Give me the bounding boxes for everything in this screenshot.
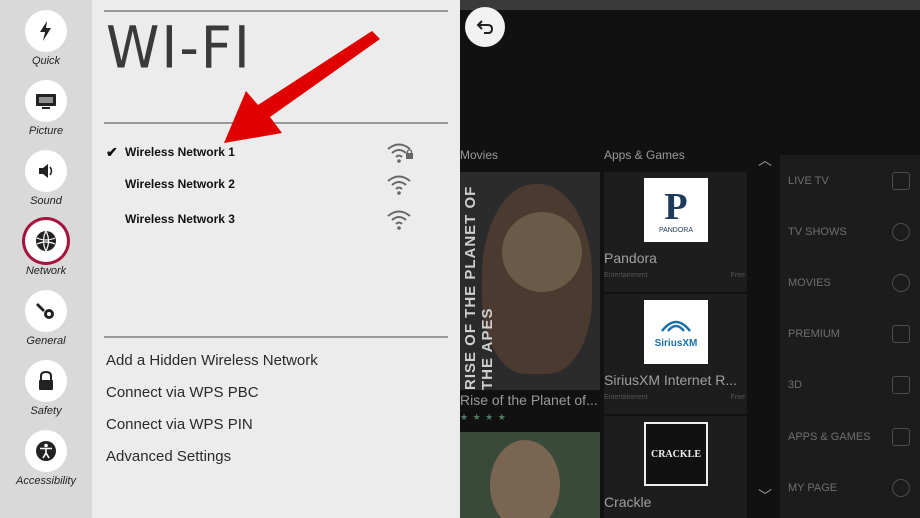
check-icon: ✔ xyxy=(106,144,118,160)
wps-pbc-option[interactable]: Connect via WPS PBC xyxy=(106,384,259,401)
movie-poster[interactable]: RISE OF THE PLANET OF THE APES xyxy=(460,172,600,390)
rail-item-sound[interactable]: Sound xyxy=(0,140,92,210)
rail-item-network[interactable]: Network xyxy=(0,210,92,280)
network-name: Wireless Network 2 xyxy=(125,177,235,191)
tv-icon xyxy=(892,172,910,190)
category-movies[interactable]: MOVIES xyxy=(788,274,918,297)
rail-label-general: General xyxy=(26,335,66,347)
gamepad-icon xyxy=(892,428,910,446)
globe-icon xyxy=(25,220,67,262)
rail-label-safety: Safety xyxy=(30,405,62,417)
category-label: APPS & GAMES xyxy=(788,431,871,443)
wifi-icon xyxy=(387,175,411,195)
network-item-3[interactable]: Wireless Network 3 xyxy=(106,210,411,230)
wifi-locked-icon xyxy=(387,143,413,163)
siriusxm-logo: SiriusXM xyxy=(644,300,708,364)
network-item-2[interactable]: Wireless Network 2 xyxy=(106,175,411,195)
wps-pin-option[interactable]: Connect via WPS PIN xyxy=(106,416,253,433)
category-apps-games[interactable]: APPS & GAMES xyxy=(788,428,918,451)
category-tv-shows[interactable]: TV SHOWS xyxy=(788,223,918,246)
radio-waves-icon xyxy=(660,320,691,332)
sound-icon xyxy=(25,150,67,192)
category-label: MY PAGE xyxy=(788,482,838,494)
accessibility-icon xyxy=(25,430,67,472)
app-meta: Entertainment Free xyxy=(604,272,747,279)
divider xyxy=(104,336,448,338)
rail-item-general[interactable]: General xyxy=(0,280,92,350)
movie-rating: ★ ★ ★ ★ xyxy=(460,412,507,422)
category-premium[interactable]: PREMIUM xyxy=(788,325,918,348)
app-price: Free xyxy=(730,272,745,279)
rail-item-quick[interactable]: Quick xyxy=(0,0,92,70)
logo-text: SiriusXM xyxy=(654,338,698,349)
film-reel-icon xyxy=(892,274,910,292)
rail-label-accessibility: Accessibility xyxy=(16,475,76,487)
category-menu: LIVE TV TV SHOWS MOVIES PREMIUM 3D APPS … xyxy=(780,155,920,518)
lightning-icon xyxy=(25,10,67,52)
back-arrow-icon xyxy=(476,20,494,34)
wifi-icon xyxy=(387,210,411,230)
app-name: Crackle xyxy=(604,494,652,510)
back-button[interactable] xyxy=(465,7,505,47)
picture-icon xyxy=(25,80,67,122)
section-movies: Movies xyxy=(460,148,499,162)
3d-icon xyxy=(892,376,910,394)
app-tile-siriusxm[interactable]: SiriusXM SiriusXM Internet R... Entertai… xyxy=(604,294,747,414)
rail-item-picture[interactable]: Picture xyxy=(0,70,92,140)
app-tile-crackle[interactable]: CRACKLE Crackle xyxy=(604,416,747,518)
app-category: Entertainment xyxy=(604,394,648,401)
advanced-settings-option[interactable]: Advanced Settings xyxy=(106,448,231,465)
pandora-logo: P PANDORA xyxy=(644,178,708,242)
app-tile-pandora[interactable]: P PANDORA Pandora Entertainment Free xyxy=(604,172,747,292)
category-label: 3D xyxy=(788,379,803,391)
app-price: Free xyxy=(730,394,745,401)
content-store: Movies Apps & Games ︿ RISE OF THE PLANET… xyxy=(460,0,920,518)
rail-label-picture: Picture xyxy=(28,125,64,137)
divider xyxy=(104,10,448,12)
annotation-arrow xyxy=(224,31,380,143)
info-icon xyxy=(892,479,910,497)
crackle-logo: CRACKLE xyxy=(644,422,708,486)
play-icon xyxy=(892,223,910,241)
poster-image xyxy=(490,440,560,518)
logo-text: CRACKLE xyxy=(650,448,701,460)
chevron-down-icon[interactable]: ﹀ xyxy=(758,486,772,506)
add-hidden-network-option[interactable]: Add a Hidden Wireless Network xyxy=(106,352,318,369)
movie-title: Rise of the Planet of... xyxy=(460,392,598,408)
poster-title-text: RISE OF THE PLANET OF THE APES xyxy=(462,185,496,390)
top-strip xyxy=(460,0,920,10)
rail-item-safety[interactable]: Safety xyxy=(0,350,92,420)
lock-icon xyxy=(25,360,67,402)
logo-sub: PANDORA xyxy=(658,226,694,234)
section-apps: Apps & Games xyxy=(604,148,685,162)
chevron-up-icon[interactable]: ︿ xyxy=(758,150,772,170)
rail-label-quick: Quick xyxy=(31,55,61,67)
category-3d[interactable]: 3D xyxy=(788,376,918,399)
app-category: Entertainment xyxy=(604,272,648,279)
category-label: LIVE TV xyxy=(788,175,829,187)
app-name: Pandora xyxy=(604,250,657,266)
app-name: SiriusXM Internet R... xyxy=(604,372,738,388)
logo-letter: P xyxy=(664,185,688,228)
network-name: Wireless Network 3 xyxy=(125,212,235,226)
rail-item-accessibility[interactable]: Accessibility xyxy=(0,420,92,490)
category-label: MOVIES xyxy=(788,277,831,289)
category-label: TV SHOWS xyxy=(788,226,847,238)
app-meta: Entertainment Free xyxy=(604,394,747,401)
category-live-tv[interactable]: LIVE TV xyxy=(788,172,918,195)
category-label: PREMIUM xyxy=(788,328,840,340)
premium-icon xyxy=(892,325,910,343)
settings-rail: Quick Picture Sound Network General Safe… xyxy=(0,0,92,518)
rail-label-network: Network xyxy=(25,265,67,277)
category-my-page[interactable]: MY PAGE xyxy=(788,479,918,502)
wrench-gear-icon xyxy=(25,290,67,332)
poster-image xyxy=(502,212,582,292)
movie-poster[interactable] xyxy=(460,432,600,518)
rail-label-sound: Sound xyxy=(30,195,62,207)
